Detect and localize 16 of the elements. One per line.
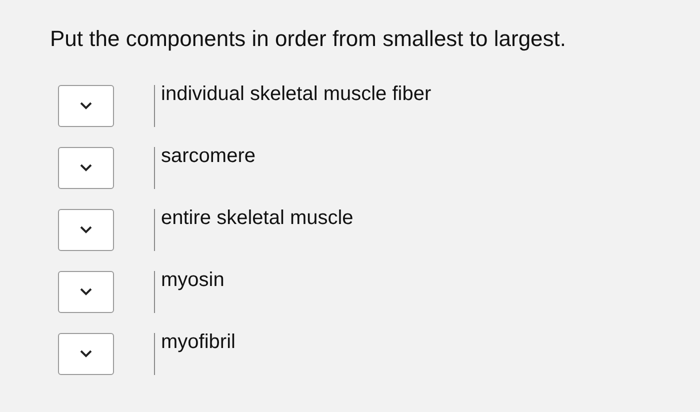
component-label: myosin xyxy=(161,268,224,293)
component-label: sarcomere xyxy=(161,144,256,169)
chevron-down-icon xyxy=(80,164,92,172)
question-prompt: Put the components in order from smallest to largest. xyxy=(50,25,566,53)
order-dropdown[interactable] xyxy=(58,333,114,375)
chevron-down-icon xyxy=(80,350,92,358)
chevron-down-icon xyxy=(80,288,92,296)
component-label: myofibril xyxy=(161,330,236,355)
chevron-down-icon xyxy=(80,102,92,110)
component-label: individual skeletal muscle fiber xyxy=(161,82,432,107)
order-dropdown[interactable] xyxy=(58,209,114,251)
order-dropdown[interactable] xyxy=(58,85,114,127)
chevron-down-icon xyxy=(80,226,92,234)
order-dropdown[interactable] xyxy=(58,147,114,189)
order-dropdown[interactable] xyxy=(58,271,114,313)
component-label: entire skeletal muscle xyxy=(161,206,354,231)
